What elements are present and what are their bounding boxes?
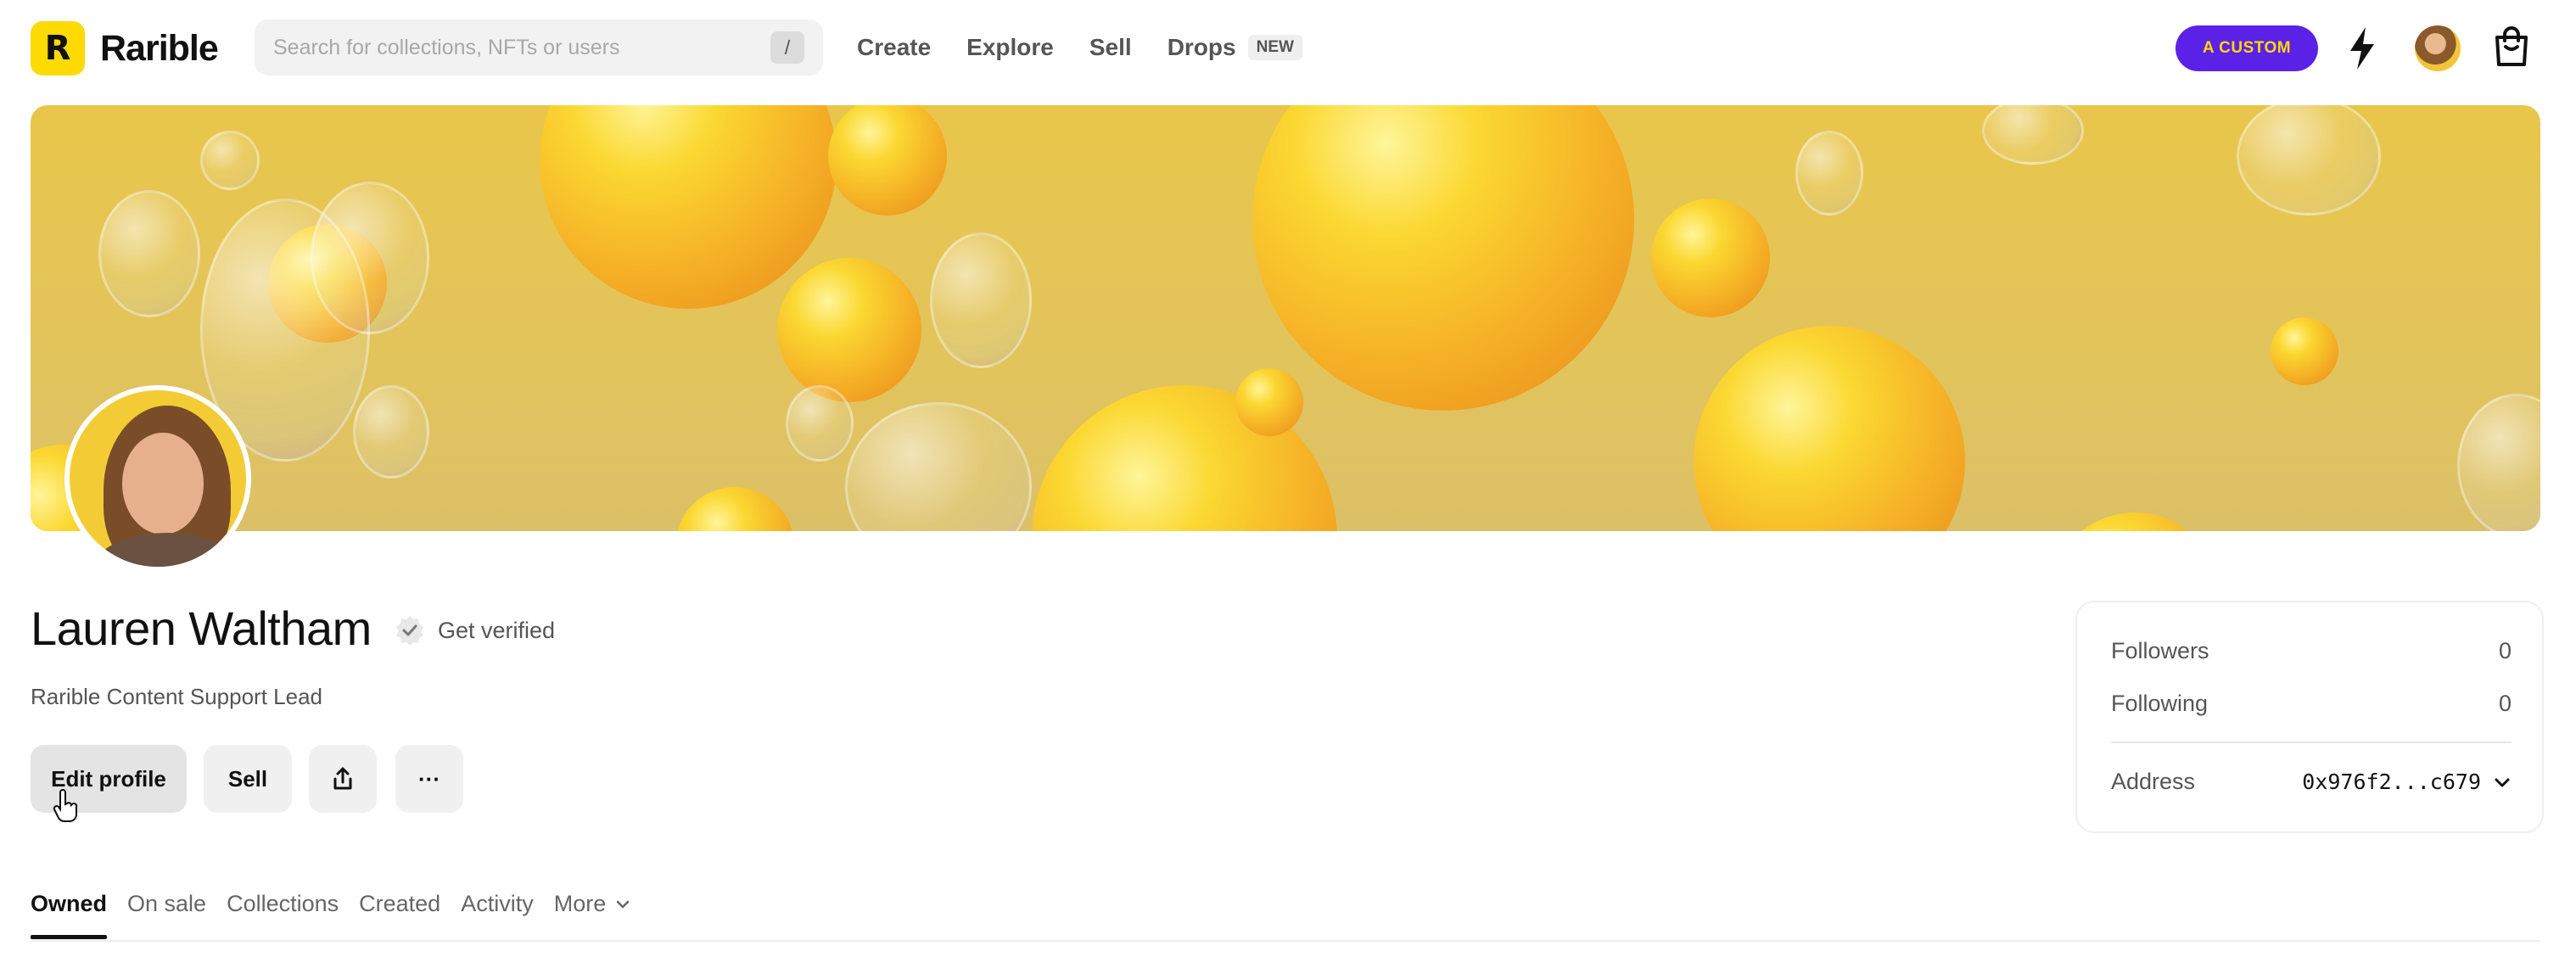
profile-name: Lauren Waltham [31,602,372,655]
top-navigation-bar: R Rarible Search for collections, NFTs o… [0,0,2576,95]
rarible-logo[interactable]: R Rarible [31,21,219,76]
tab-collections[interactable]: Collections [227,891,339,942]
custom-button[interactable]: A CUSTOM [2176,25,2318,71]
more-options-button[interactable]: ··· [395,745,463,813]
profile-tabs: Owned On sale Collections Created Activi… [31,891,652,942]
new-badge: NEW [1247,35,1302,60]
nav-sell[interactable]: Sell [1089,34,1132,61]
tab-more-label: More [553,891,607,916]
search-placeholder: Search for collections, NFTs or users [273,35,620,59]
bolt-icon[interactable] [2347,25,2377,71]
tabs-divider [31,940,2540,942]
verified-check-icon[interactable] [394,614,426,646]
stats-divider [2111,742,2512,743]
chevron-down-icon [616,900,630,909]
following-label: Following [2111,691,2209,716]
sell-button[interactable]: Sell [204,745,292,813]
search-input[interactable]: Search for collections, NFTs or users / [255,20,823,76]
profile-banner [31,105,2540,531]
logo-letter: R [44,29,71,68]
share-icon [333,767,352,790]
followers-count: 0 [2498,638,2512,663]
tab-created[interactable]: Created [359,891,440,942]
nav-drops[interactable]: Drops [1168,34,1236,61]
profile-bio: Rarible Content Support Lead [31,684,323,709]
shopping-bag-icon[interactable] [2493,25,2530,68]
nav-explore[interactable]: Explore [966,34,1054,61]
tab-owned[interactable]: Owned [31,891,108,942]
profile-avatar [64,385,251,572]
address-row[interactable]: Address 0x976f2...c679 [2111,769,2512,795]
user-avatar[interactable] [2415,25,2461,71]
main-nav: Create Explore Sell Drops NEW [857,0,1302,95]
tab-on-sale[interactable]: On sale [127,891,206,942]
tab-activity[interactable]: Activity [461,891,534,942]
profile-stats-panel: Followers 0 Following 0 Address 0x976f2.… [2075,601,2544,833]
following-count: 0 [2498,691,2512,716]
following-row[interactable]: Following 0 [2111,691,2512,717]
followers-label: Followers [2111,638,2209,663]
nav-create[interactable]: Create [857,34,931,61]
search-shortcut-key: / [770,31,804,64]
chevron-down-icon [2495,778,2510,786]
wallet-address[interactable]: 0x976f2...c679 [2302,769,2512,795]
wallet-address-value: 0x976f2...c679 [2302,770,2481,794]
brand-name: Rarible [100,27,219,69]
share-button[interactable] [309,745,377,813]
hand-cursor-icon [53,789,78,823]
address-label: Address [2111,769,2196,794]
tab-more[interactable]: More [554,891,632,942]
get-verified-link[interactable]: Get verified [438,618,555,644]
followers-row[interactable]: Followers 0 [2111,638,2512,664]
logo-mark: R [31,21,85,76]
